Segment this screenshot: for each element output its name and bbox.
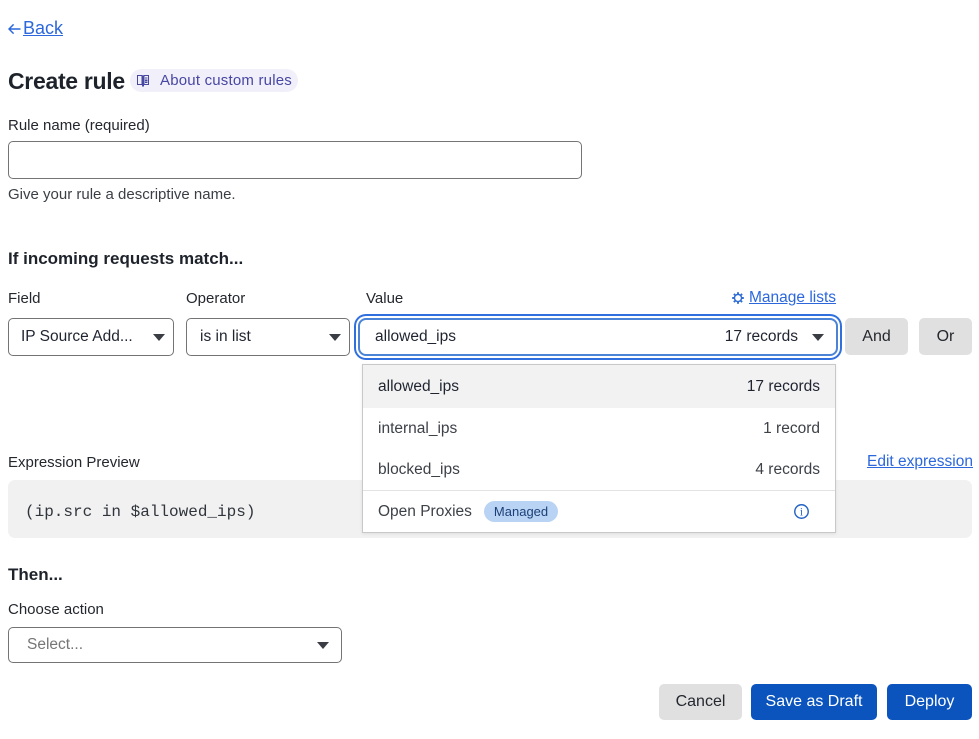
svg-text:i: i <box>800 506 803 518</box>
